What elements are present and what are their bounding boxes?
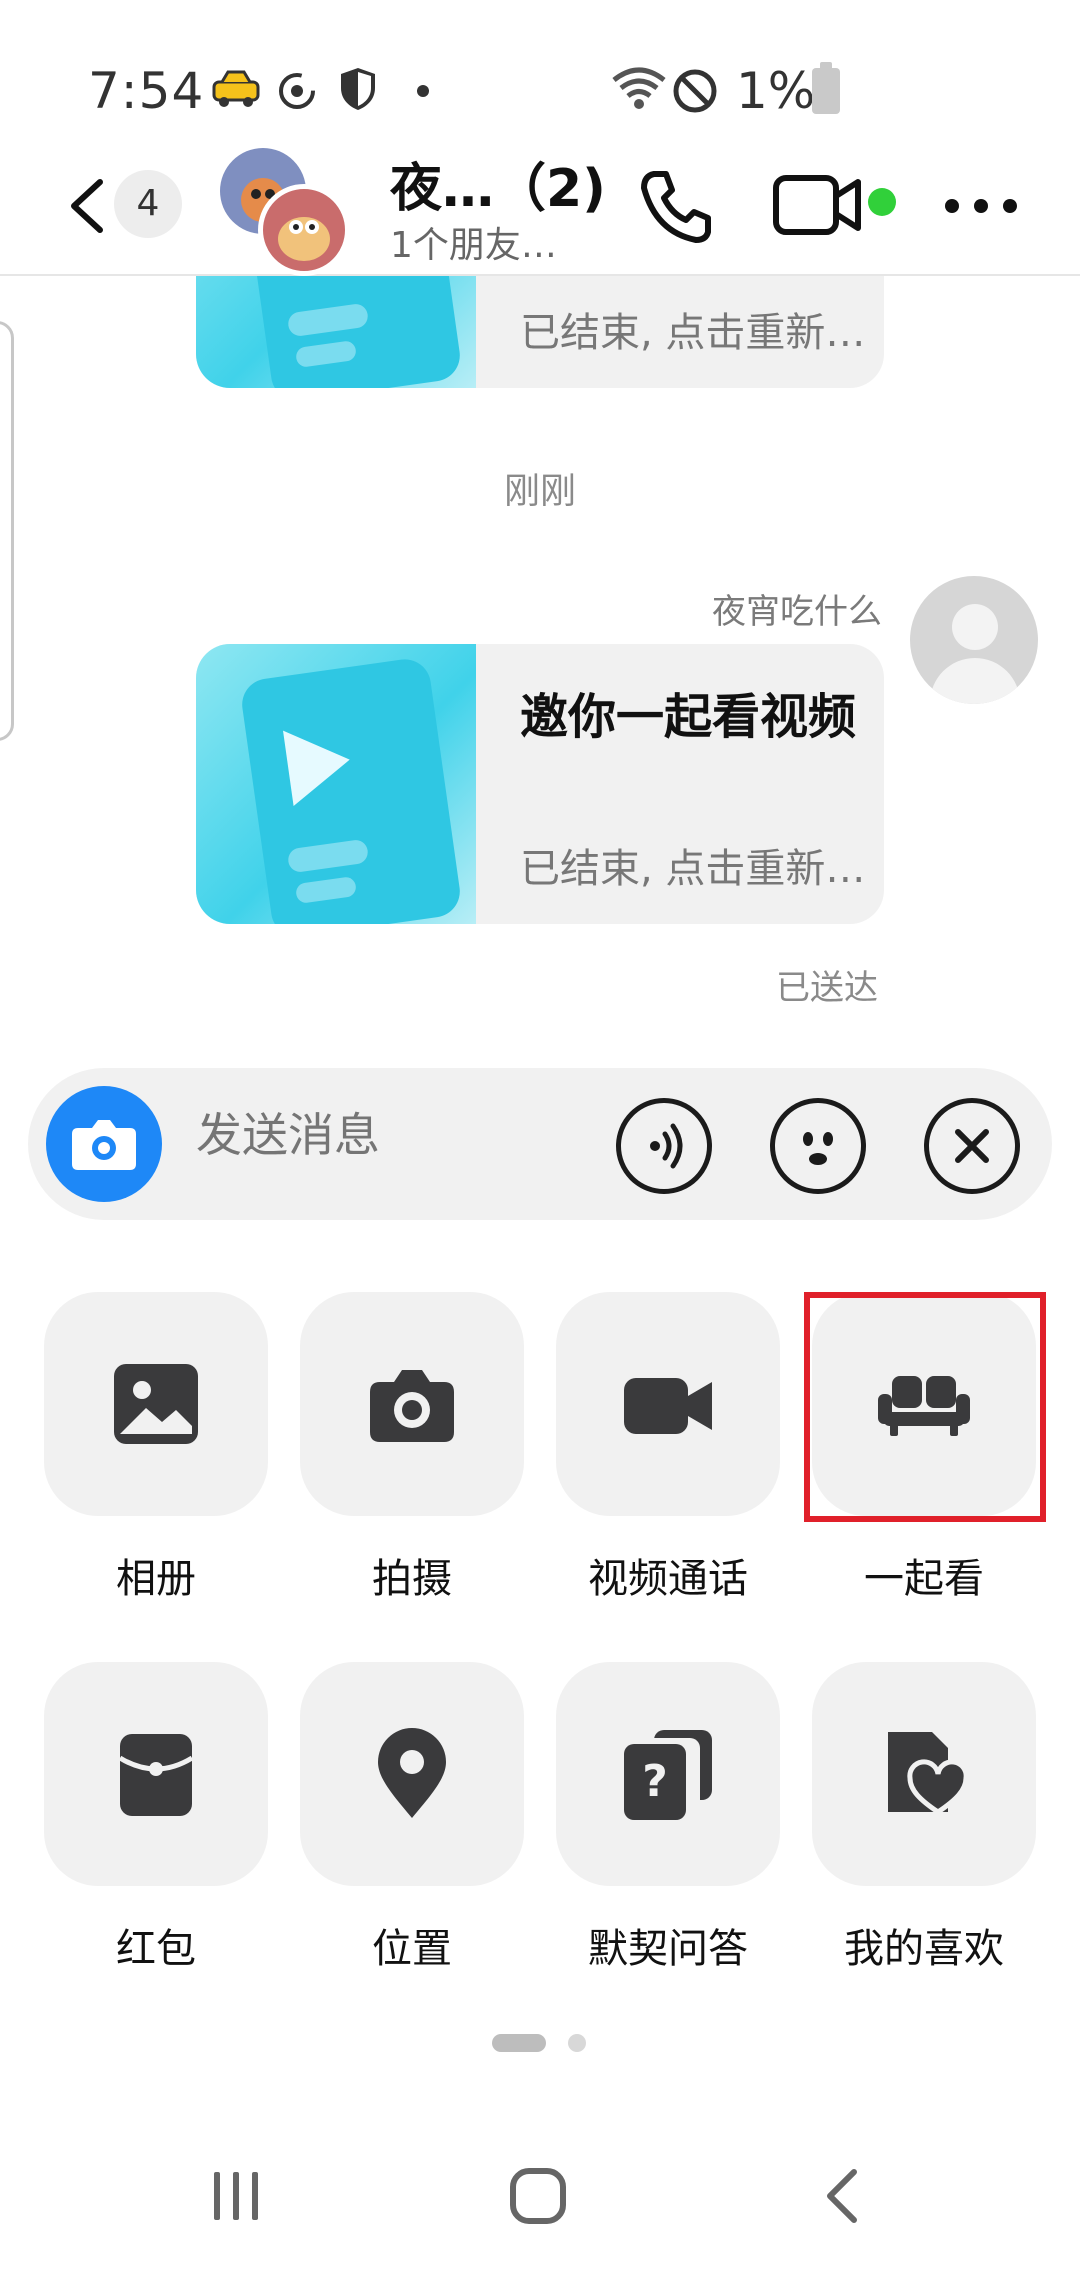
message-input[interactable] <box>196 1108 576 1162</box>
message-composer <box>28 1068 1052 1220</box>
phone-call-icon[interactable] <box>636 166 716 246</box>
unread-count-badge[interactable]: 4 <box>114 170 182 238</box>
quiz-button[interactable]: ? <box>556 1662 780 1886</box>
card-status: 已结束, 点击重新… <box>520 846 866 892</box>
red-envelope-button[interactable] <box>44 1662 268 1886</box>
notification-dot-icon <box>417 85 429 97</box>
battery-percent: 1% <box>736 62 816 120</box>
video-call-icon[interactable] <box>772 172 862 238</box>
user-avatar[interactable] <box>910 576 1038 704</box>
chat-header: 4 夜…（2) 1个朋友… <box>0 140 1080 276</box>
home-icon[interactable] <box>508 2166 568 2226</box>
wifi-icon <box>612 67 666 109</box>
video-thumbnail <box>196 644 476 924</box>
nav-back-icon[interactable] <box>820 2166 864 2226</box>
highlight-box <box>804 1292 1046 1522</box>
location-icon <box>378 1728 446 1818</box>
back-arrow-icon[interactable] <box>62 176 112 236</box>
camera-icon <box>370 1370 454 1442</box>
delivery-status: 已送达 <box>776 968 878 1008</box>
online-status-dot <box>868 188 896 216</box>
video-call-icon <box>624 1378 712 1434</box>
do-not-disturb-icon <box>673 69 717 113</box>
video-call-button[interactable] <box>556 1292 780 1516</box>
status-bar: 7:54 1% <box>0 0 1080 150</box>
chat-subtitle[interactable]: 1个朋友… <box>390 216 557 268</box>
watch-together-label: 一起看 <box>864 1556 984 1602</box>
sender-name: 夜宵吃什么 <box>712 592 882 632</box>
camera-button[interactable] <box>46 1086 162 1202</box>
location-button[interactable] <box>300 1662 524 1886</box>
shield-icon <box>341 68 375 110</box>
chat-messages[interactable]: 已结束, 点击重新… 刚刚 夜宵吃什么 邀你一起看视频 已结束, 点击重新… 已… <box>0 276 1080 1056</box>
emoji-button[interactable] <box>770 1098 866 1194</box>
album-label: 相册 <box>116 1556 196 1602</box>
status-time: 7:54 <box>88 62 205 120</box>
my-likes-button[interactable] <box>812 1662 1036 1886</box>
favorite-file-icon <box>888 1732 969 1816</box>
quiz-label: 默契问答 <box>588 1926 748 1972</box>
voice-message-button[interactable] <box>616 1098 712 1194</box>
shoot-label: 拍摄 <box>372 1556 452 1602</box>
more-options-icon[interactable] <box>944 198 1018 214</box>
my-likes-label: 我的喜欢 <box>844 1926 1004 1972</box>
play-icon <box>283 722 355 806</box>
system-nav-bar <box>0 2120 1080 2280</box>
photo-album-icon <box>114 1364 198 1444</box>
watch-together-card[interactable]: 邀你一起看视频 已结束, 点击重新… <box>196 644 884 924</box>
battery-icon <box>812 62 840 114</box>
page-indicator[interactable] <box>568 2034 586 2052</box>
sync-icon <box>279 73 315 109</box>
red-envelope-icon <box>118 1734 194 1816</box>
close-icon <box>955 1129 989 1163</box>
shoot-button[interactable] <box>300 1292 524 1516</box>
group-avatar-2[interactable] <box>258 184 350 276</box>
voice-wave-icon <box>650 1123 683 1169</box>
location-label: 位置 <box>372 1926 452 1972</box>
video-call-label: 视频通话 <box>588 1556 748 1602</box>
album-button[interactable] <box>44 1292 268 1516</box>
page-indicator-active <box>492 2034 546 2052</box>
emoji-face-icon <box>803 1132 833 1165</box>
recent-apps-icon[interactable] <box>208 2168 264 2224</box>
camera-icon <box>72 1120 136 1170</box>
chat-title[interactable]: 夜…（2) <box>390 146 606 221</box>
question-cards-icon: ? <box>624 1730 712 1820</box>
card-title: 邀你一起看视频 <box>520 689 857 745</box>
message-timestamp: 刚刚 <box>503 471 576 512</box>
video-thumbnail <box>196 276 476 388</box>
red-envelope-label: 红包 <box>116 1926 196 1972</box>
close-panel-button[interactable] <box>924 1098 1020 1194</box>
taxi-icon <box>212 70 260 107</box>
card-status: 已结束, 点击重新… <box>520 310 866 356</box>
side-panel-handle[interactable] <box>0 321 14 741</box>
watch-together-card-previous[interactable]: 已结束, 点击重新… <box>196 276 884 388</box>
svg-text:?: ? <box>642 1756 668 1807</box>
